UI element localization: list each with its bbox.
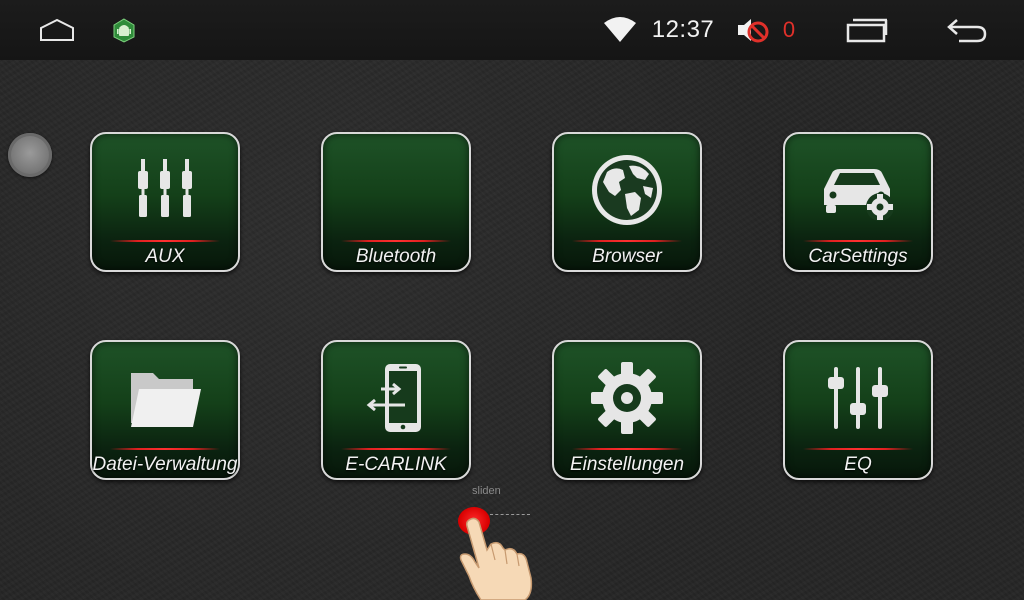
gear-icon <box>554 360 700 436</box>
slide-hint-text: sliden <box>472 485 501 497</box>
app-tile-carsettings[interactable]: CarSettings <box>783 132 933 272</box>
back-button[interactable] <box>940 0 994 60</box>
app-label: E-CARLINK <box>345 454 447 475</box>
app-tile-browser[interactable]: Browser <box>552 132 702 272</box>
tile-accent-line <box>803 240 913 242</box>
status-bar: 12:37 0 <box>0 0 1024 60</box>
tile-accent-line <box>110 448 220 450</box>
app-tile-einstellungen[interactable]: Einstellungen <box>552 340 702 480</box>
app-label: Einstellungen <box>569 454 685 475</box>
phone-link-icon <box>323 360 469 436</box>
tile-accent-line <box>572 240 682 242</box>
recent-apps-button[interactable] <box>840 0 894 60</box>
clock: 12:37 <box>651 16 715 43</box>
floating-assist-button[interactable] <box>8 133 52 177</box>
globe-icon <box>554 152 700 228</box>
car-settings-icon <box>785 152 931 228</box>
app-label: EQ <box>844 454 872 475</box>
app-tile-bluetooth[interactable]: Bluetooth <box>321 132 471 272</box>
tile-accent-line <box>341 240 451 242</box>
mute-count: 0 <box>782 17 796 42</box>
app-label: Bluetooth <box>355 246 437 267</box>
app-label: AUX <box>145 246 185 267</box>
tile-accent-line <box>572 448 682 450</box>
back-arrow-icon <box>947 19 987 43</box>
volume-muted-icon <box>732 0 776 60</box>
recent-apps-icon <box>846 18 888 43</box>
app-tile-aux[interactable]: AUX <box>90 132 240 272</box>
tile-accent-line <box>803 448 913 450</box>
home-icon <box>40 18 74 41</box>
app-label: Browser <box>592 246 662 267</box>
wifi-icon <box>600 0 640 60</box>
android-debug-icon <box>104 0 144 60</box>
tile-accent-line <box>110 240 220 242</box>
aux-plugs-icon <box>92 152 238 228</box>
equalizer-icon <box>785 360 931 436</box>
tile-accent-line <box>341 448 451 450</box>
app-label: Datei-Verwaltung <box>92 454 238 475</box>
app-tile-eq[interactable]: EQ <box>783 340 933 480</box>
app-tile-datei-verwaltung[interactable]: Datei-Verwaltung <box>90 340 240 480</box>
pointing-hand-icon <box>459 517 533 600</box>
app-label: CarSettings <box>808 246 908 267</box>
folder-icon <box>92 360 238 436</box>
home-button[interactable] <box>30 0 84 60</box>
app-tile-e-carlink[interactable]: E-CARLINK <box>321 340 471 480</box>
